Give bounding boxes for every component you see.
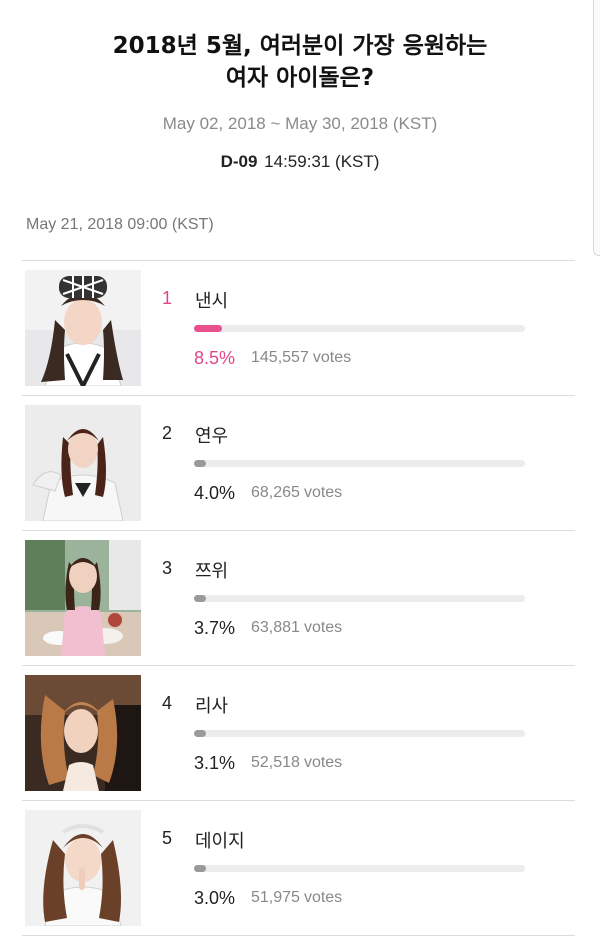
ranking-row[interactable]: 4 리사 3.1% 52,518 votes (22, 666, 575, 801)
ranking-list: 1 낸시 8.5% 145,557 votes 2 연우 4.0% 68,265… (22, 260, 575, 936)
poll-countdown: D-09 14:59:31 (KST) (0, 152, 600, 172)
vote-count-value: 52,518 (251, 754, 300, 771)
vote-percent: 8.5% (194, 348, 236, 368)
idol-photo[interactable] (25, 810, 141, 926)
idol-photo[interactable] (25, 540, 141, 656)
vote-count: 51,975 votes (251, 889, 342, 907)
ranking-row[interactable]: 1 낸시 8.5% 145,557 votes (22, 261, 575, 396)
ranking-row[interactable]: 5 데이지 3.0% 51,975 votes (22, 801, 575, 936)
rank-number: 3 (162, 558, 173, 578)
vote-count: 63,881 votes (251, 619, 342, 637)
countdown-time: 14:59:31 (KST) (264, 152, 380, 171)
updated-timestamp: May 21, 2018 09:00 (KST) (26, 216, 214, 233)
poll-header: 2018년 5월, 여러분이 가장 응원하는 여자 아이돌은? May 02, … (0, 30, 600, 172)
idol-photo[interactable] (25, 270, 141, 386)
idol-name: 연우 (195, 426, 229, 447)
vote-count: 52,518 votes (251, 754, 342, 772)
vote-bar-track (194, 460, 525, 467)
poll-period: May 02, 2018 ~ May 30, 2018 (KST) (162, 114, 438, 133)
vote-bar-fill (194, 325, 222, 332)
vote-bar-fill (194, 460, 206, 467)
vote-bar-fill (194, 865, 206, 872)
poll-title-line2: 여자 아이돌은? (225, 65, 375, 91)
vote-bar-track (194, 325, 525, 332)
vote-count: 68,265 votes (251, 484, 342, 502)
idol-name: 리사 (195, 696, 229, 717)
vote-count-value: 63,881 (251, 619, 300, 636)
idol-photo[interactable] (25, 675, 141, 791)
vote-bar-fill (194, 730, 206, 737)
vote-bar-fill (194, 595, 206, 602)
rank-number: 5 (162, 828, 173, 848)
vote-bar-track (194, 730, 525, 737)
poll-title-line1: 2018년 5월, 여러분이 가장 응원하는 (112, 33, 488, 59)
rank-number: 4 (162, 693, 173, 713)
ranking-row[interactable]: 2 연우 4.0% 68,265 votes (22, 396, 575, 531)
vote-percent: 4.0% (194, 483, 236, 503)
vote-count-label: votes (312, 349, 352, 366)
vote-percent: 3.1% (194, 753, 236, 773)
ranking-row[interactable]: 3 쯔위 3.7% 63,881 votes (22, 531, 575, 666)
vote-count-value: 68,265 (251, 484, 300, 501)
idol-photo[interactable] (25, 405, 141, 521)
vote-count-label: votes (303, 889, 343, 906)
vote-bar-track (194, 595, 525, 602)
vote-count: 145,557 votes (251, 349, 351, 367)
idol-name: 데이지 (195, 831, 245, 852)
vote-count-value: 145,557 (251, 349, 309, 366)
vote-count-value: 51,975 (251, 889, 300, 906)
idol-name: 낸시 (195, 291, 229, 312)
vote-percent: 3.7% (194, 618, 236, 638)
rank-number: 2 (162, 423, 173, 443)
poll-title: 2018년 5월, 여러분이 가장 응원하는 여자 아이돌은? (0, 30, 600, 94)
vote-count-label: votes (303, 754, 343, 771)
rank-number: 1 (162, 288, 173, 308)
vote-percent: 3.0% (194, 888, 236, 908)
vote-count-label: votes (303, 619, 343, 636)
idol-name: 쯔위 (195, 561, 229, 582)
vote-bar-track (194, 865, 525, 872)
countdown-dday: D-09 (220, 152, 258, 171)
vote-count-label: votes (303, 484, 343, 501)
